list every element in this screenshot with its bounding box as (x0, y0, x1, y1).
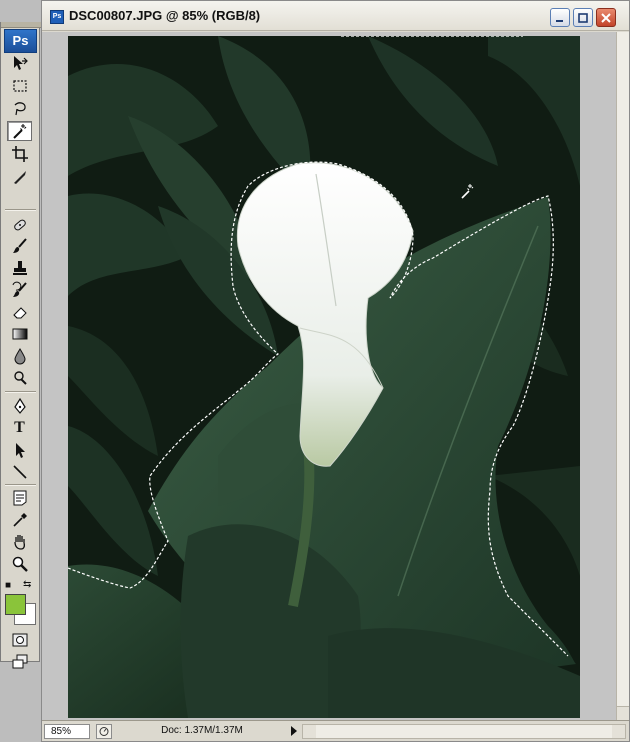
lasso-tool-icon[interactable] (7, 99, 32, 119)
clone-stamp-tool-icon[interactable] (7, 258, 32, 278)
minimize-button[interactable] (550, 8, 570, 27)
status-bar: 85% Doc: 1.37M/1.37M (42, 720, 629, 741)
toolbox-panel: Ps T ■ ⇆ (0, 22, 41, 669)
canvas-area[interactable] (42, 32, 616, 720)
gradient-tool-icon[interactable] (7, 324, 32, 344)
blur-tool-icon[interactable] (7, 346, 32, 366)
toolbox-divider (5, 391, 36, 392)
notes-tool-icon[interactable] (7, 488, 32, 508)
eraser-tool-icon[interactable] (7, 302, 32, 322)
document-size-info: Doc: 1.37M/1.37M (161, 725, 243, 736)
scroll-down-button[interactable] (617, 706, 629, 720)
close-icon (601, 12, 611, 23)
brush-tool-icon[interactable] (7, 236, 32, 256)
photoshop-logo[interactable]: Ps (4, 29, 37, 53)
slice-tool-icon[interactable] (7, 167, 32, 187)
eyedropper-tool-icon[interactable] (7, 510, 32, 530)
scroll-right-button[interactable] (612, 725, 625, 738)
document-title: DSC00807.JPG @ 85% (RGB/8) (69, 8, 261, 23)
type-tool-icon[interactable]: T (7, 418, 32, 438)
photo-canvas[interactable] (68, 36, 580, 718)
dodge-tool-icon[interactable] (7, 368, 32, 388)
close-button[interactable] (596, 8, 616, 27)
status-info-icon[interactable] (96, 724, 112, 739)
quick-mask-mode-icon[interactable] (7, 630, 32, 650)
move-tool-icon[interactable] (7, 53, 32, 73)
scroll-left-button[interactable] (303, 725, 316, 738)
maximize-icon (578, 12, 588, 23)
marquee-tool-icon[interactable] (7, 76, 32, 96)
pen-tool-icon[interactable] (7, 396, 32, 416)
foreground-color-swatch[interactable] (5, 594, 26, 615)
vertical-scrollbar[interactable] (616, 32, 629, 720)
line-tool-icon[interactable] (7, 462, 32, 482)
default-colors-icon[interactable]: ■ (5, 581, 11, 591)
document-window: Ps DSC00807.JPG @ 85% (RGB/8) 85% Doc: 1… (41, 0, 630, 742)
minimize-icon (556, 19, 563, 22)
zoom-tool-icon[interactable] (7, 554, 32, 574)
swap-colors-icon[interactable]: ⇆ (23, 580, 31, 590)
type-tool-glyph: T (14, 419, 25, 436)
healing-brush-tool-icon[interactable] (7, 215, 32, 235)
crop-tool-icon[interactable] (7, 144, 32, 164)
photoshop-workspace: Ps T ■ ⇆ Ps DSC00807.JPG @ 85% (RGB/8) 8… (0, 0, 630, 742)
toolbox-divider (5, 484, 36, 485)
document-app-icon: Ps (50, 10, 64, 24)
toolbox-divider (5, 209, 36, 210)
screen-mode-icon[interactable] (7, 652, 32, 672)
history-brush-tool-icon[interactable] (7, 280, 32, 300)
toolbox-grip[interactable] (1, 22, 41, 28)
zoom-level-field[interactable]: 85% (44, 724, 90, 739)
path-selection-tool-icon[interactable] (7, 440, 32, 460)
magic-wand-tool-icon[interactable] (7, 121, 32, 141)
horizontal-scrollbar[interactable] (302, 724, 626, 739)
document-title-bar[interactable]: Ps DSC00807.JPG @ 85% (RGB/8) (42, 1, 629, 31)
maximize-button[interactable] (573, 8, 593, 27)
hand-tool-icon[interactable] (7, 532, 32, 552)
status-menu-arrow-icon[interactable] (289, 725, 299, 737)
calla-lily-photo (68, 36, 580, 718)
